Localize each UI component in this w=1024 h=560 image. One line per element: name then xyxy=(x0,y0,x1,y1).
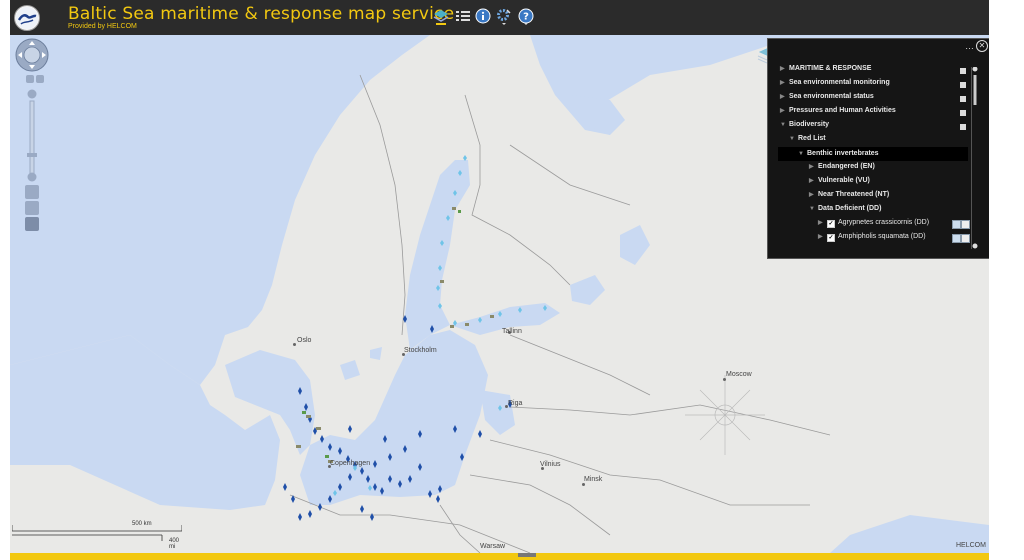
scale-mi-label: 400 mi xyxy=(169,538,180,550)
item-options-button[interactable] xyxy=(960,82,966,88)
layers-icon xyxy=(433,10,449,25)
expand-arrow-icon: ▶ xyxy=(780,66,785,72)
city-label-stockholm: Stockholm xyxy=(404,347,437,354)
city-label-warsaw: Warsaw xyxy=(480,543,506,550)
tree-item-amphipholis[interactable]: ▶ ✓ Amphipholis squamata (DD) xyxy=(818,233,926,246)
city-dot-moscow xyxy=(723,378,726,381)
tree-label: Pressures and Human Activities xyxy=(789,107,896,114)
info-icon xyxy=(475,8,491,24)
tree-item-near-threatened[interactable]: ▶ Near Threatened (NT) xyxy=(809,191,889,204)
zoom-box-tool-button[interactable] xyxy=(25,217,39,231)
expand-arrow-icon: ▶ xyxy=(809,178,814,184)
city-dot-minsk xyxy=(582,483,585,486)
search-icon[interactable] xyxy=(23,46,41,64)
close-icon[interactable]: ✕ xyxy=(976,40,988,52)
city-label-tallinn: Tallinn xyxy=(502,328,522,335)
tree-label: Biodiversity xyxy=(789,121,830,128)
city-label-minsk: Minsk xyxy=(584,476,603,483)
zoom-slider[interactable] xyxy=(29,100,35,176)
layer-legend-icon[interactable] xyxy=(952,220,961,229)
city-label-riga: Riga xyxy=(508,400,523,407)
expand-arrow-icon: ▶ xyxy=(780,80,785,86)
item-options-button[interactable] xyxy=(960,68,966,74)
expand-arrow-icon: ▶ xyxy=(780,94,785,100)
tree-item-pressures[interactable]: ▶ Pressures and Human Activities xyxy=(780,107,896,120)
layer-info-icon[interactable] xyxy=(961,234,970,243)
settings-icon xyxy=(497,9,511,25)
tree-label: Benthic invertebrates xyxy=(807,150,879,157)
settings-tool-button[interactable] xyxy=(496,8,512,26)
item-options-button[interactable] xyxy=(960,110,966,116)
layer-panel: … ✕ ▶ MARITIME & RESPONSE ▶ Sea environmen… xyxy=(767,38,989,259)
expand-arrow-icon: ▶ xyxy=(818,234,823,240)
map-navigation-control xyxy=(14,37,54,237)
city-label-copenhagen: Copenhagen xyxy=(330,460,371,467)
city-label-moscow: Moscow xyxy=(726,371,752,378)
minimize-icon[interactable]: … xyxy=(965,41,974,51)
svg-text:?: ? xyxy=(523,12,529,23)
expand-arrow-icon: ▶ xyxy=(809,164,814,170)
item-options-button[interactable] xyxy=(960,96,966,102)
tree-item-biodiversity[interactable]: ▼ Biodiversity xyxy=(780,121,829,134)
help-tool-button[interactable]: ? xyxy=(518,8,534,26)
tree-item-sea-monitoring[interactable]: ▶ Sea environmental monitoring xyxy=(780,79,890,92)
tree-label: Amphipholis squamata (DD) xyxy=(838,233,926,240)
collapse-arrow-icon: ▼ xyxy=(780,122,786,128)
collapse-handle[interactable] xyxy=(518,553,536,557)
app-window: Baltic Sea maritime & response map servi… xyxy=(10,0,989,560)
info-tool-button[interactable] xyxy=(475,8,491,26)
helcom-logo xyxy=(14,5,40,31)
hand-tool-button[interactable] xyxy=(25,185,39,199)
tree-label: Data Deficient (DD) xyxy=(818,205,882,212)
city-dot-oslo xyxy=(293,343,296,346)
item-options-button[interactable] xyxy=(960,124,966,130)
collapse-arrow-icon: ▼ xyxy=(789,136,795,142)
tree-item-maritime[interactable]: ▶ MARITIME & RESPONSE xyxy=(780,65,871,78)
list-icon xyxy=(456,11,470,21)
scale-bar: 500 km 400 mi xyxy=(11,521,183,550)
map-attribution: HELCOM xyxy=(956,542,986,549)
collapse-arrow-icon: ▼ xyxy=(809,206,815,212)
tree-label: Endangered (EN) xyxy=(818,163,875,170)
tree-label: Vulnerable (VU) xyxy=(818,177,870,184)
help-icon: ? xyxy=(518,8,534,25)
tree-item-data-deficient[interactable]: ▼ Data Deficient (DD) xyxy=(809,205,881,218)
expand-arrow-icon: ▶ xyxy=(780,108,785,114)
tree-label: Sea environmental status xyxy=(789,93,874,100)
tree-item-endangered[interactable]: ▶ Endangered (EN) xyxy=(809,163,875,176)
tree-item-sea-status[interactable]: ▶ Sea environmental status xyxy=(780,93,874,106)
layer-checkbox[interactable]: ✓ xyxy=(827,220,835,228)
zoom-out-button[interactable] xyxy=(27,172,37,182)
layers-tool-button[interactable] xyxy=(433,8,449,26)
tree-item-benthic-invertebrates[interactable]: ▼ Benthic invertebrates xyxy=(778,147,968,161)
bottom-status-bar xyxy=(10,553,989,560)
layer-checkbox[interactable]: ✓ xyxy=(827,234,835,242)
scale-km-label: 500 km xyxy=(132,521,152,527)
tree-label: MARITIME & RESPONSE xyxy=(789,65,872,72)
city-label-vilnius: Vilnius xyxy=(540,461,561,468)
collapse-arrow-icon: ▼ xyxy=(798,151,804,157)
tree-label: Near Threatened (NT) xyxy=(818,191,890,198)
zoom-slider-thumb[interactable] xyxy=(27,153,37,157)
app-subtitle: Provided by HELCOM xyxy=(68,23,137,30)
zoom-in-button[interactable] xyxy=(27,89,37,99)
city-label-oslo: Oslo xyxy=(297,337,312,344)
layer-legend-icon[interactable] xyxy=(952,234,961,243)
prev-extent-button[interactable] xyxy=(26,75,34,83)
header-bar: Baltic Sea maritime & response map servi… xyxy=(10,0,989,35)
next-extent-button[interactable] xyxy=(36,75,44,83)
tree-label: Red List xyxy=(798,135,826,142)
tree-label: Agrypnetes crassicornis (DD) xyxy=(838,219,930,226)
expand-arrow-icon: ▶ xyxy=(809,192,814,198)
tree-label: Sea environmental monitoring xyxy=(789,79,890,86)
globe-tool-button[interactable] xyxy=(25,201,39,215)
tree-item-vulnerable[interactable]: ▶ Vulnerable (VU) xyxy=(809,177,870,190)
layer-info-icon[interactable] xyxy=(961,220,970,229)
panel-scrollbar[interactable] xyxy=(971,66,978,249)
expand-arrow-icon: ▶ xyxy=(818,220,823,226)
tree-item-agrypnetes[interactable]: ▶ ✓ Agrypnetes crassicornis (DD) xyxy=(818,219,929,232)
legend-tool-button[interactable] xyxy=(455,8,471,26)
app-title: Baltic Sea maritime & response map servi… xyxy=(68,4,455,24)
